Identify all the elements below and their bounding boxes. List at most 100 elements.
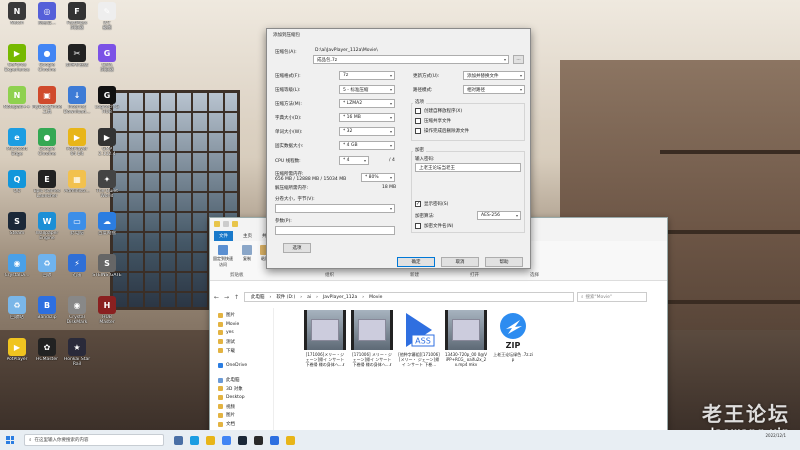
nav-item[interactable]: 图片 bbox=[218, 411, 273, 420]
solid-block-select[interactable]: * 4 GB ▾ bbox=[339, 141, 395, 150]
desktop-icon[interactable]: E Epic Games Launcher bbox=[32, 170, 62, 204]
desktop-icon[interactable]: ⚡ 迅雷 bbox=[62, 254, 92, 288]
desktop-icon[interactable]: H HUB Master bbox=[92, 296, 122, 330]
windows-start-icon[interactable] bbox=[6, 436, 14, 444]
desktop-icon[interactable]: ↓ Internet Download... bbox=[62, 86, 92, 120]
dictionary-select[interactable]: * 16 MB ▾ bbox=[339, 113, 395, 122]
desktop-icon[interactable]: ▭ 此电脑 bbox=[62, 212, 92, 246]
level-select[interactable]: 5 - 标准压缩 ▾ bbox=[339, 85, 395, 94]
path-mode-select[interactable]: 相对路径 ▾ bbox=[463, 85, 525, 94]
nav-item[interactable]: yes bbox=[218, 329, 273, 338]
taskbar-search-input[interactable]: ⌕ 在这里输入你要搜索的内容 bbox=[24, 434, 164, 446]
up-icon[interactable]: ↑ bbox=[234, 294, 241, 301]
create-sfx-checkbox[interactable]: 创建自释放程序(X) bbox=[415, 108, 462, 114]
back-icon[interactable]: ← bbox=[214, 294, 221, 301]
desktop-icon[interactable]: ● Google Chrome bbox=[32, 44, 62, 78]
nav-item[interactable]: 测试 bbox=[218, 337, 273, 346]
folder-icon[interactable] bbox=[286, 435, 295, 445]
delete-after-checkbox[interactable]: 操作完成后删除源文件 bbox=[415, 128, 469, 134]
compress-shared-checkbox[interactable]: 压缩共享文件 bbox=[415, 118, 451, 124]
method-select[interactable]: * LZMA2 ▾ bbox=[339, 99, 395, 108]
nav-item[interactable]: 视频 bbox=[218, 402, 273, 411]
desktop-icon[interactable]: ▶ GMP 2.112.4 bbox=[92, 128, 122, 162]
desktop-icon[interactable]: ★ Honkai Star Rail bbox=[62, 338, 92, 372]
address-bar[interactable]: 此电脑 › 软件 (D:) › ai › JavPlayer_112a › Movie bbox=[244, 292, 574, 302]
word-size-select[interactable]: * 32 ▾ bbox=[339, 127, 395, 136]
format-select[interactable]: 7z ▾ bbox=[339, 71, 395, 80]
nav-item[interactable]: 文档 bbox=[218, 420, 273, 429]
breadcrumb-item[interactable]: JavPlayer_112a bbox=[323, 295, 357, 300]
app-icon[interactable] bbox=[254, 435, 263, 445]
desktop-icon[interactable]: ▶ PotPlayer 64 bit bbox=[62, 128, 92, 162]
cancel-button[interactable]: 取消 bbox=[441, 257, 479, 267]
nav-item[interactable]: 图片 bbox=[218, 311, 273, 320]
cpu-threads-select[interactable]: * 4 ▾ bbox=[339, 156, 369, 165]
show-password-checkbox[interactable]: ✓ 显示密码(S) bbox=[415, 201, 448, 207]
desktop-icon[interactable]: G Logitech G HUB bbox=[92, 86, 122, 120]
desktop-icon[interactable]: S Steam bbox=[2, 212, 32, 246]
desktop-icon[interactable]: F FastMoss 浏览器 bbox=[62, 2, 92, 36]
task-view-icon[interactable] bbox=[174, 435, 183, 445]
nav-item[interactable]: OneDrive bbox=[218, 361, 273, 370]
breadcrumb-item[interactable]: ai bbox=[307, 295, 311, 300]
encryption-method-select[interactable]: AES-256 ▾ bbox=[477, 211, 521, 220]
desktop-icon[interactable]: ▶ GeForce Experience bbox=[2, 44, 32, 78]
save-icon[interactable] bbox=[223, 221, 229, 227]
breadcrumb-item[interactable]: 此电脑 bbox=[251, 294, 265, 300]
nav-item[interactable]: Desktop bbox=[218, 393, 273, 402]
desktop-icon[interactable]: ▶ PotPlayer bbox=[2, 338, 32, 372]
update-mode-select[interactable]: 添加并替换文件 ▾ bbox=[463, 71, 525, 80]
browse-button[interactable]: ... bbox=[513, 55, 524, 64]
desktop-icon[interactable]: W Wallpaper Engine bbox=[32, 212, 62, 246]
encrypt-filenames-checkbox[interactable]: 加密文件名(N) bbox=[415, 223, 453, 229]
parameters-input[interactable] bbox=[275, 226, 395, 235]
help-button[interactable]: 帮助 bbox=[485, 257, 523, 267]
desktop-icon[interactable]: Q QQ bbox=[2, 170, 32, 204]
memory-percent-select[interactable]: * 80% ▾ bbox=[361, 173, 395, 182]
bandizip-icon[interactable] bbox=[270, 435, 279, 445]
chrome-icon[interactable] bbox=[222, 435, 231, 445]
desktop-icon[interactable]: ✦ The Quiet World bbox=[92, 170, 122, 204]
tab-home[interactable]: 主页 bbox=[243, 233, 252, 239]
ok-button[interactable]: 确定 bbox=[397, 257, 435, 267]
file-item[interactable]: ZIP 上老王论坛绿色 .7z.zip bbox=[492, 310, 534, 377]
desktop-icon[interactable]: e Microsoft Edge bbox=[2, 128, 32, 162]
nav-item[interactable]: Movie bbox=[218, 320, 273, 329]
edge-icon[interactable] bbox=[190, 435, 199, 445]
file-item[interactable]: [171006] メリー・ジェーン]帰イ ンサート下巻帰 様の身体へ…ℓ bbox=[351, 310, 393, 377]
nav-item[interactable]: 3D 对象 bbox=[218, 385, 273, 394]
breadcrumb-item[interactable]: 软件 (D:) bbox=[276, 294, 295, 300]
nav-item[interactable]: 此电脑 bbox=[218, 376, 273, 385]
forward-icon[interactable]: → bbox=[224, 294, 231, 301]
desktop-icon[interactable]: ▣ MyDockFinder 工具 bbox=[32, 86, 62, 120]
desktop-icon[interactable]: B Bandizip bbox=[32, 296, 62, 330]
desktop-icon[interactable]: ● Google Chrome bbox=[32, 128, 62, 162]
desktop-icon[interactable]: ☁ 百度网盘 bbox=[92, 212, 122, 246]
folder-icon[interactable] bbox=[232, 221, 238, 227]
desktop-icon[interactable]: ◎ 网易云... bbox=[32, 2, 62, 36]
options-button[interactable]: 选项 bbox=[283, 243, 311, 253]
desktop-icon[interactable]: N Notepad++ bbox=[2, 86, 32, 120]
desktop-icon[interactable]: ♻ 回收站 bbox=[2, 296, 32, 330]
steam-icon[interactable] bbox=[238, 435, 247, 445]
desktop-icon[interactable]: N Netch bbox=[2, 2, 32, 36]
pin-quick-access-button[interactable]: 固定到快速访问 bbox=[212, 245, 234, 268]
file-item[interactable]: 13430-720p_00 0@ViPP+RCG_ oaifu2x_2x.mp4… bbox=[445, 310, 487, 377]
desktop-icon[interactable]: ✎ IVT 截图 bbox=[92, 2, 122, 36]
desktop-icon[interactable]: ◉ CrystalDi... bbox=[2, 254, 32, 288]
nav-item[interactable]: 下载 bbox=[218, 346, 273, 355]
desktop-icon[interactable]: ♻ 回收 bbox=[32, 254, 62, 288]
password-input[interactable]: 上老王论坛当老王 bbox=[415, 163, 521, 172]
desktop-icon[interactable]: ◉ Crystal DiskMark bbox=[62, 296, 92, 330]
breadcrumb-item[interactable]: Movie bbox=[369, 295, 382, 300]
split-volume-select[interactable]: ▾ bbox=[275, 204, 395, 213]
desktop-icon[interactable]: G GMA 浏览器 bbox=[92, 44, 122, 78]
system-clock[interactable]: 2022/12/1 bbox=[765, 433, 786, 438]
desktop-icon[interactable]: ▦ Administr... bbox=[62, 170, 92, 204]
desktop-icon[interactable]: S STEINS;GATE bbox=[92, 254, 122, 288]
file-item[interactable]: ASS [他种字幕组][171006][メリー・ ジェーン]帰イ ンサート 下巻… bbox=[398, 310, 440, 377]
tab-file[interactable]: 文件 bbox=[214, 230, 233, 241]
desktop-icon[interactable]: ✂ 剪映专业版 bbox=[62, 44, 92, 78]
explorer-search-input[interactable]: ⌕ 搜索"Movie" bbox=[577, 292, 647, 302]
desktop-icon[interactable]: ✿ HCMaster bbox=[32, 338, 62, 372]
